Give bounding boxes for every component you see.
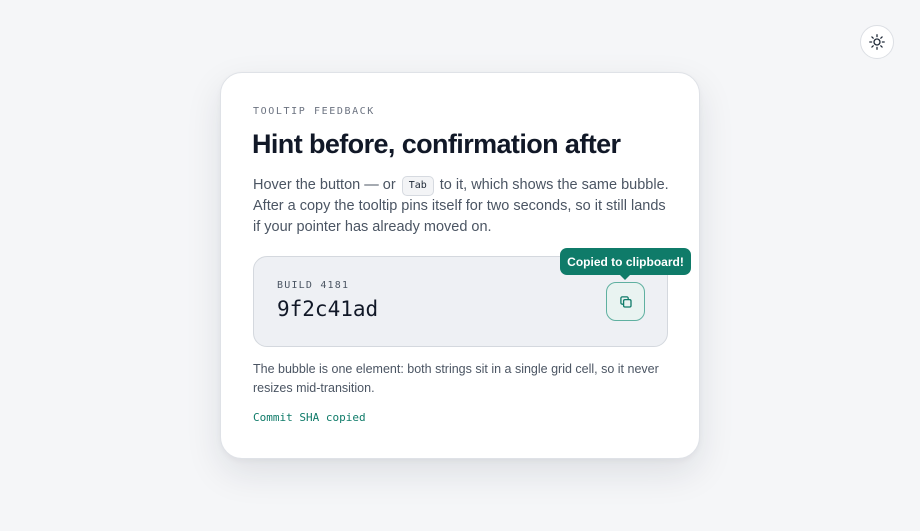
explanation-note: The bubble is one element: both strings …: [253, 362, 659, 395]
eyebrow-label: TOOLTIP FEEDBACK: [253, 106, 375, 117]
copy-button[interactable]: [606, 282, 645, 321]
copy-status-message: Commit SHA copied: [253, 411, 366, 424]
page-title: Hint before, confirmation after: [252, 129, 621, 159]
build-label: BUILD 4181: [277, 280, 350, 291]
intro-text-before-key: Hover the button — or: [253, 177, 400, 193]
intro-paragraph: Hover the button — or Tab to it, which s…: [253, 175, 673, 238]
copied-tooltip: Copied to clipboard!: [560, 248, 691, 280]
tooltip-arrow: [620, 275, 630, 280]
tab-key-badge: Tab: [401, 176, 434, 196]
sun-icon: [869, 34, 885, 50]
copy-icon: [619, 295, 633, 309]
build-panel: BUILD 4181 9f2c41ad Copied to clipboard!: [253, 248, 691, 347]
tooltip-text: Copied to clipboard!: [567, 254, 684, 269]
feedback-card: TOOLTIP FEEDBACK Hint before, confirmati…: [220, 72, 700, 459]
theme-toggle-button[interactable]: [860, 25, 894, 59]
commit-hash: 9f2c41ad: [277, 297, 379, 321]
